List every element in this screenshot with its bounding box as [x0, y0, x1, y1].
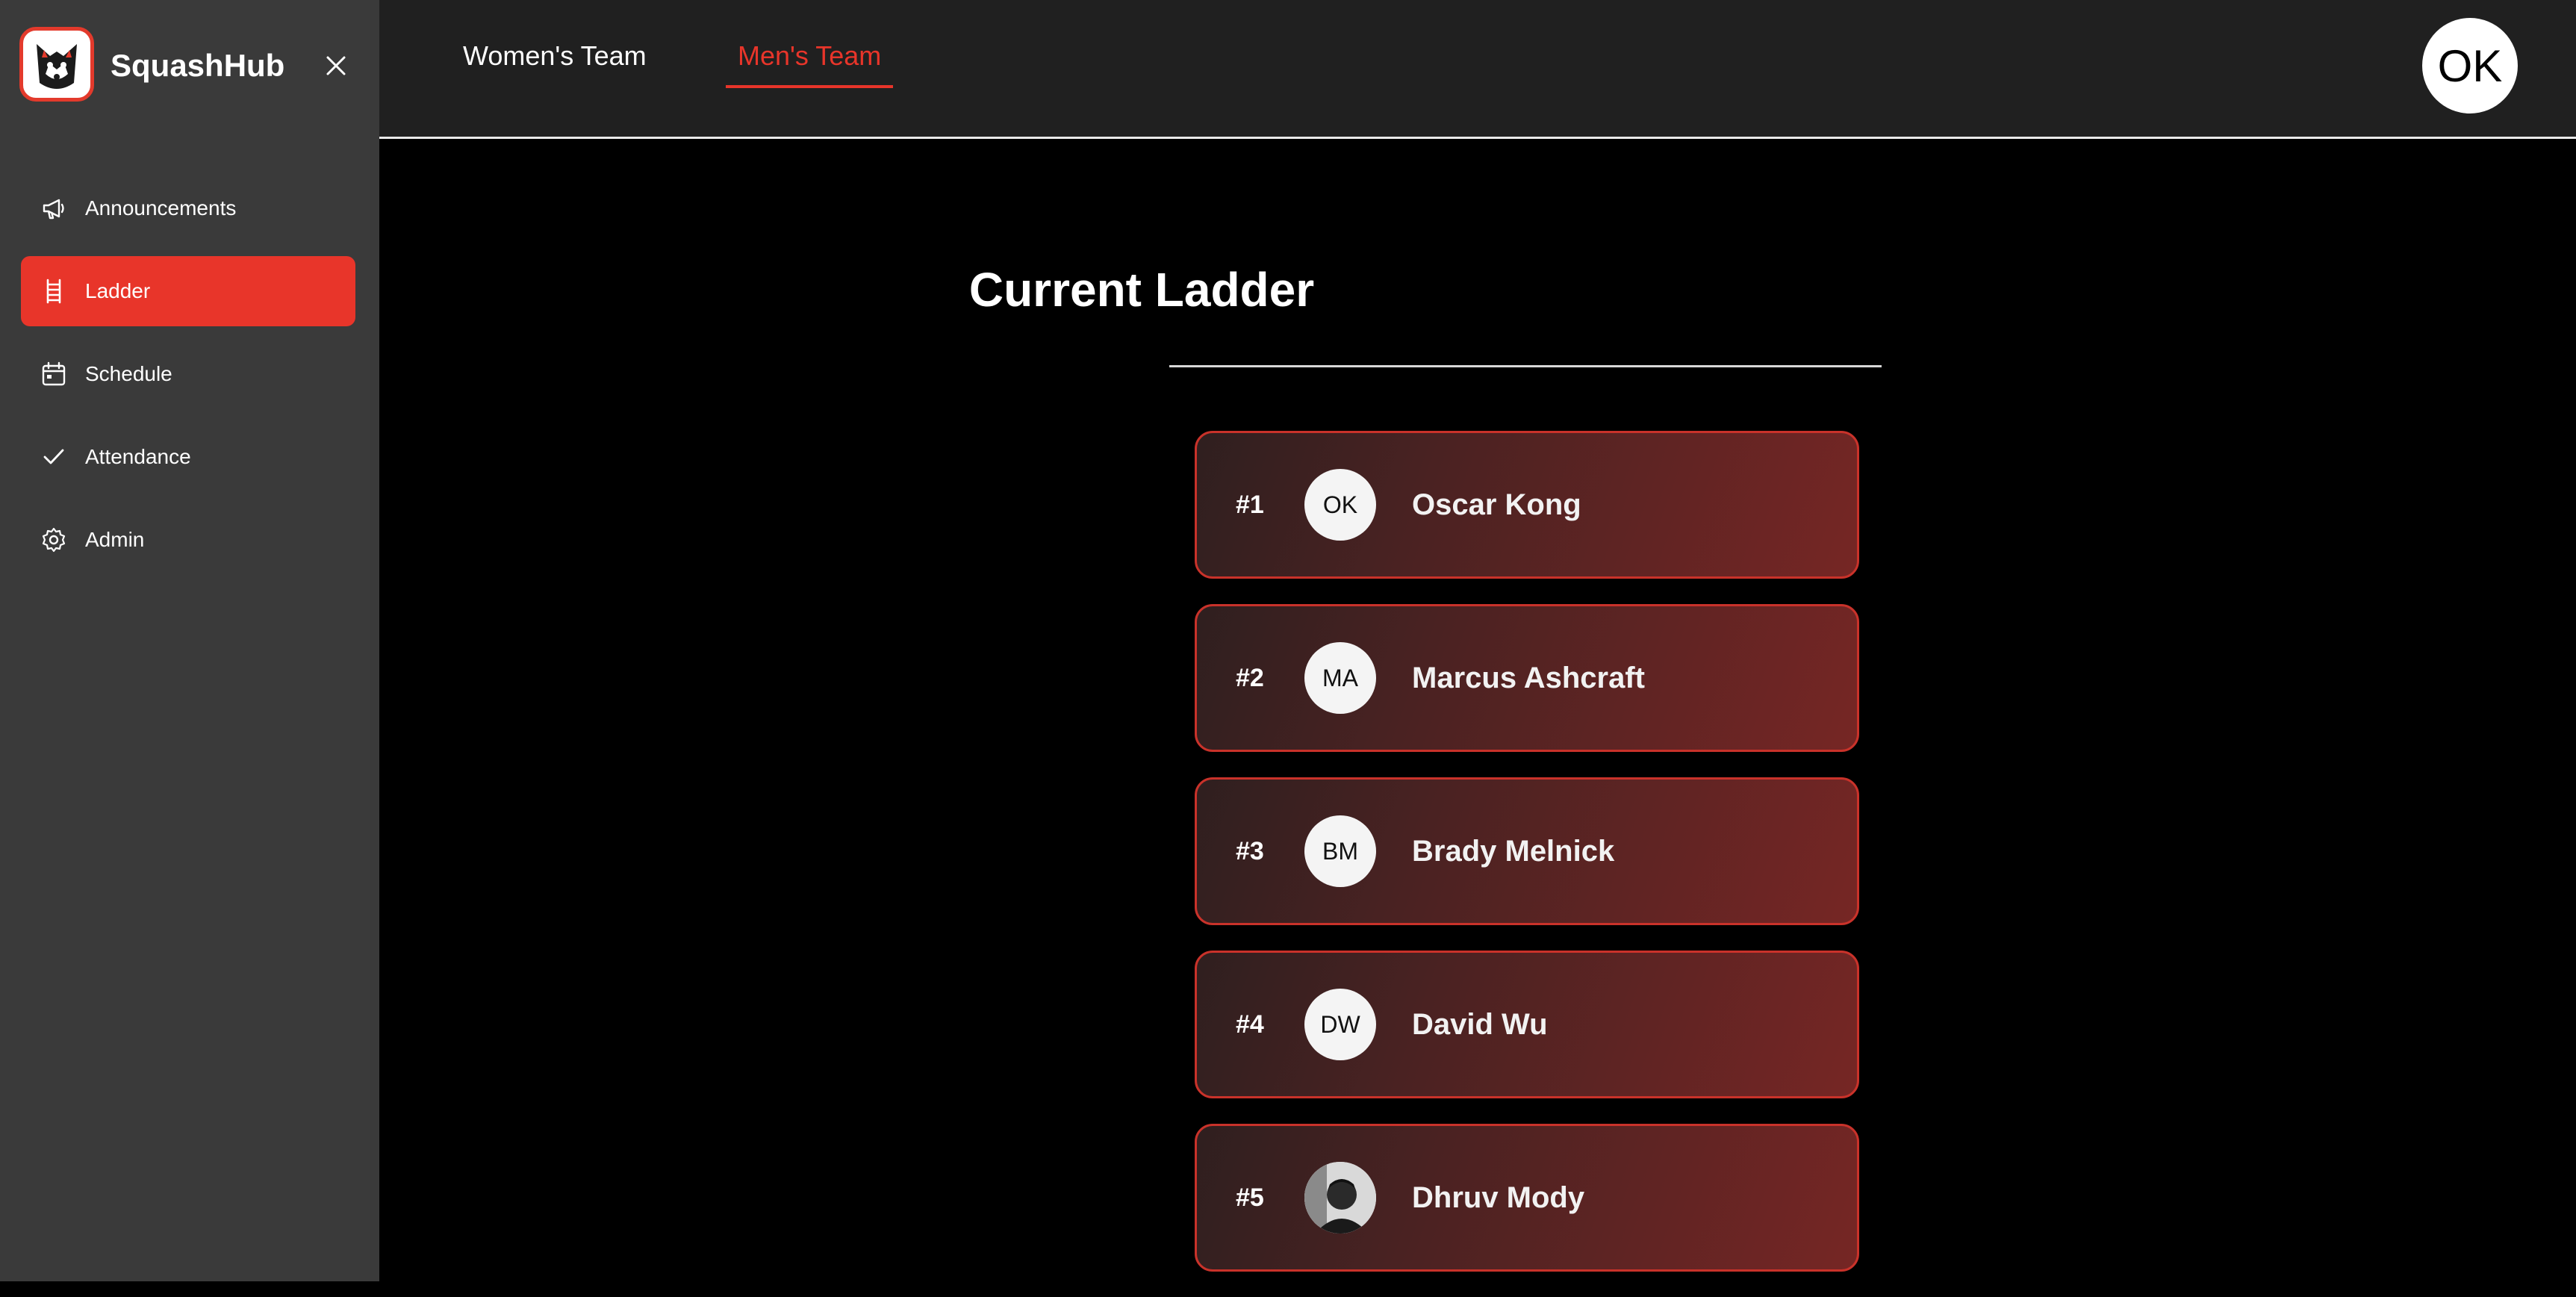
ladder-row[interactable]: #1 OK Oscar Kong — [1195, 431, 1859, 579]
sidebar-item-label: Schedule — [85, 362, 172, 385]
brand: SquashHub — [19, 27, 357, 105]
husky-logo-icon — [19, 27, 94, 102]
player-name: Brady Melnick — [1412, 834, 1615, 868]
player-avatar: BM — [1304, 815, 1376, 887]
tab-mens-team[interactable]: Men's Team — [726, 40, 894, 88]
sidebar-item-label: Announcements — [85, 196, 237, 220]
player-name: Marcus Ashcraft — [1412, 661, 1645, 694]
player-avatar: DW — [1304, 989, 1376, 1060]
player-name: Oscar Kong — [1412, 488, 1581, 521]
rank-label: #1 — [1236, 490, 1264, 519]
megaphone-icon — [40, 195, 67, 222]
ladder-page: Current Ladder #1 OK Oscar Kong #2 MA Ma… — [379, 141, 2576, 1281]
close-icon — [326, 56, 346, 75]
sidebar-item-label: Attendance — [85, 445, 191, 468]
ladder-list: #1 OK Oscar Kong #2 MA Marcus Ashcraft #… — [1195, 431, 1859, 1297]
rank-label: #3 — [1236, 836, 1264, 865]
calendar-icon — [40, 361, 67, 388]
user-avatar[interactable]: OK — [2422, 18, 2518, 113]
sidebar-item-schedule[interactable]: Schedule — [21, 339, 355, 409]
player-avatar: OK — [1304, 469, 1376, 541]
rank-label: #5 — [1236, 1183, 1264, 1212]
sidebar: SquashHub Announcements Ladder Schedule … — [0, 0, 379, 1281]
sidebar-nav: Announcements Ladder Schedule Attendance… — [21, 173, 355, 588]
ladder-row[interactable]: #2 MA Marcus Ashcraft — [1195, 604, 1859, 752]
rank-label: #4 — [1236, 1010, 1264, 1039]
app-name: SquashHub — [111, 48, 285, 83]
sidebar-item-attendance[interactable]: Attendance — [21, 422, 355, 492]
page-title: Current Ladder — [968, 263, 1315, 317]
sidebar-item-admin[interactable]: Admin — [21, 505, 355, 575]
ladder-row[interactable]: #3 BM Brady Melnick — [1195, 777, 1859, 925]
close-sidebar-button[interactable] — [315, 45, 357, 87]
rank-label: #2 — [1236, 663, 1264, 692]
player-photo — [1304, 1162, 1376, 1234]
gear-icon — [40, 526, 67, 553]
sidebar-item-announcements[interactable]: Announcements — [21, 173, 355, 243]
tab-womens-team[interactable]: Women's Team — [463, 40, 647, 85]
player-name: Dhruv Mody — [1412, 1181, 1585, 1214]
sidebar-item-label: Admin — [85, 528, 145, 551]
team-tab-bar: Women's Team Men's Team OK — [379, 0, 2576, 139]
player-name: David Wu — [1412, 1007, 1548, 1041]
ladder-row[interactable]: #4 DW David Wu — [1195, 951, 1859, 1098]
title-divider — [1169, 365, 1882, 367]
check-icon — [40, 444, 67, 470]
ladder-row[interactable]: #5 Dhruv Mody — [1195, 1124, 1859, 1272]
player-avatar: MA — [1304, 642, 1376, 714]
